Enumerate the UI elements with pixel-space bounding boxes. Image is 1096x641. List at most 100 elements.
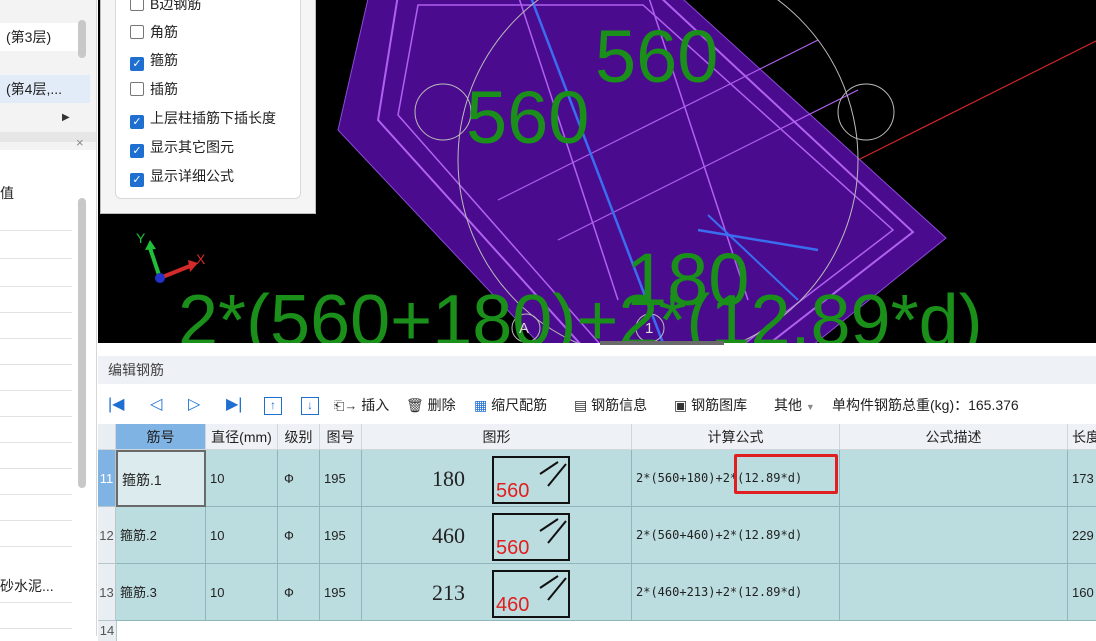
option-b-edge-rebar[interactable]: B边钢筋 — [130, 0, 201, 14]
checkbox-checked[interactable]: ✓ — [130, 57, 144, 71]
move-down-icon[interactable]: ↓ — [301, 397, 319, 415]
toolbar: |◀ ◁ ▷ ▶| ↑ ↓ ⎗→ 插入 🗑 删除 ▦ 缩尺配筋 ▤ 钢筋信息 ▣… — [98, 388, 1096, 422]
col-header-grade[interactable]: 级别 — [278, 424, 320, 450]
col-header-diameter[interactable]: 直径(mm) — [206, 424, 278, 450]
edit-rebar-panel: 编辑钢筋 |◀ ◁ ▷ ▶| ↑ ↓ ⎗→ 插入 🗑 删除 ▦ 缩尺配筋 ▤ 钢… — [98, 346, 1096, 641]
col-header-length[interactable]: 长度 — [1068, 424, 1096, 450]
hook-icon — [539, 575, 567, 601]
divider — [0, 258, 72, 259]
cell-diameter[interactable]: 10 — [206, 450, 278, 507]
cell-formula[interactable]: 2*(560+460)+2*(12.89*d) — [632, 507, 840, 564]
trash-icon: 🗑 — [406, 397, 424, 413]
properties-scrollbar[interactable] — [78, 198, 86, 488]
rebar-info-button[interactable]: ▤ 钢筋信息 — [574, 395, 647, 415]
cell-description[interactable] — [840, 450, 1068, 507]
cell-figure-no[interactable]: 195 — [320, 507, 362, 564]
floor-scrollbar[interactable] — [78, 20, 86, 58]
scale-rebar-button[interactable]: ▦ 缩尺配筋 — [474, 395, 547, 415]
row-number[interactable]: 12 — [98, 507, 116, 564]
cell-name[interactable]: 箍筋.1 — [116, 450, 206, 507]
cell-description[interactable] — [840, 564, 1068, 621]
ucs-icon: Y X — [136, 230, 206, 283]
insert-button[interactable]: ⎗→ 插入 — [334, 395, 389, 415]
divider — [0, 364, 72, 365]
option-show-other-elements[interactable]: ✓ 显示其它图元 — [130, 137, 234, 158]
cell-diameter[interactable]: 10 — [206, 564, 278, 621]
axis-label-1: 1 — [645, 320, 653, 337]
other-dropdown[interactable]: 其他 ▼ — [774, 395, 815, 415]
col-header-name[interactable]: 筋号 — [116, 424, 206, 450]
cell-name[interactable]: 箍筋.3 — [116, 564, 206, 621]
display-options-panel: B边钢筋 角筋 ✓ 箍筋 插筋 ✓ 上层柱插筋下插长度 ✓ 显示其它图元 ✓ 显示详细公… — [100, 0, 316, 214]
shape-dimension: 180 — [432, 466, 465, 491]
shape-dimension: 213 — [432, 580, 465, 605]
close-icon[interactable]: × — [76, 136, 84, 150]
formula-text: 2*(560+180)+2*(12.89*d) — [178, 281, 983, 343]
last-icon[interactable]: ▶| — [226, 395, 242, 415]
cell-figure-no[interactable]: 195 — [320, 450, 362, 507]
shape-dimension-red: 560 — [496, 480, 530, 502]
row-number[interactable]: 14 — [98, 621, 117, 641]
splitter-handle[interactable] — [600, 341, 724, 345]
divider — [0, 312, 72, 313]
hook-icon — [539, 518, 567, 544]
property-value[interactable]: 砂水泥... — [0, 574, 54, 598]
move-up-icon[interactable]: ↑ — [264, 397, 282, 415]
cell-grade[interactable]: Ф — [278, 564, 320, 621]
table-row-empty[interactable]: 14 — [98, 621, 1096, 641]
table-row[interactable]: 11 箍筋.1 10 Ф 195 180 560 2*(560+180)+2*(… — [98, 450, 1096, 507]
cell-formula[interactable]: 2*(460+213)+2*(12.89*d) — [632, 564, 840, 621]
option-stirrup[interactable]: ✓ 箍筋 — [130, 50, 178, 71]
highlight-box — [734, 454, 838, 494]
col-header-description[interactable]: 公式描述 — [840, 424, 1068, 450]
axis-label-x: X — [196, 251, 206, 267]
rebar-table: 筋号 直径(mm) 级别 图号 图形 计算公式 公式描述 长度 11 箍筋.1 … — [98, 424, 1096, 641]
next-icon[interactable]: ▷ — [188, 395, 200, 415]
floor-item-3[interactable]: (第3层) — [0, 23, 86, 51]
divider — [0, 628, 72, 629]
cell-length[interactable]: 229 — [1068, 507, 1096, 564]
option-corner-rebar[interactable]: 角筋 — [130, 22, 178, 42]
info-list-icon: ▤ — [574, 397, 588, 413]
axis-label-y: Y — [136, 230, 146, 246]
col-header-formula[interactable]: 计算公式 — [632, 424, 840, 450]
checkbox[interactable] — [130, 25, 144, 39]
library-icon: ▣ — [674, 397, 688, 413]
first-icon[interactable]: |◀ — [108, 395, 124, 415]
divider — [0, 390, 72, 391]
checkbox[interactable] — [130, 0, 144, 11]
divider — [0, 286, 72, 287]
table-row[interactable]: 13 箍筋.3 10 Ф 195 213 460 2*(460+213)+2*(… — [98, 564, 1096, 621]
cell-shape[interactable]: 460 560 — [362, 507, 632, 564]
cell-grade[interactable]: Ф — [278, 507, 320, 564]
cell-description[interactable] — [840, 507, 1068, 564]
delete-button[interactable]: 🗑 删除 — [406, 395, 456, 415]
divider — [0, 230, 72, 231]
checkbox-checked[interactable]: ✓ — [130, 144, 144, 158]
cell-name[interactable]: 箍筋.2 — [116, 507, 206, 564]
row-number[interactable]: 11 — [98, 450, 116, 507]
cell-shape[interactable]: 213 460 — [362, 564, 632, 621]
col-header-shape[interactable]: 图形 — [362, 424, 632, 450]
cell-shape[interactable]: 180 560 — [362, 450, 632, 507]
cell-length[interactable]: 173 — [1068, 450, 1096, 507]
cell-length[interactable]: 160 — [1068, 564, 1096, 621]
table-row[interactable]: 12 箍筋.2 10 Ф 195 460 560 2*(560+460)+2*(… — [98, 507, 1096, 564]
rebar-library-button[interactable]: ▣ 钢筋图库 — [674, 395, 747, 415]
cell-diameter[interactable]: 10 — [206, 507, 278, 564]
triangle-right-icon[interactable]: ▶ — [62, 112, 70, 123]
divider — [0, 602, 72, 603]
cell-grade[interactable]: Ф — [278, 450, 320, 507]
cell-figure-no[interactable]: 195 — [320, 564, 362, 621]
option-upper-dowel-length[interactable]: ✓ 上层柱插筋下插长度 — [130, 108, 276, 129]
checkbox[interactable] — [130, 82, 144, 96]
option-dowel[interactable]: 插筋 — [130, 79, 178, 99]
option-show-detail-formula[interactable]: ✓ 显示详细公式 — [130, 166, 234, 187]
prev-icon[interactable]: ◁ — [150, 395, 162, 415]
dim-text-560-left: 560 — [466, 76, 589, 159]
floor-item-4[interactable]: (第4层,... — [0, 75, 90, 103]
col-header-figure-no[interactable]: 图号 — [320, 424, 362, 450]
row-number[interactable]: 13 — [98, 564, 116, 621]
checkbox-checked[interactable]: ✓ — [130, 115, 144, 129]
checkbox-checked[interactable]: ✓ — [130, 173, 144, 187]
